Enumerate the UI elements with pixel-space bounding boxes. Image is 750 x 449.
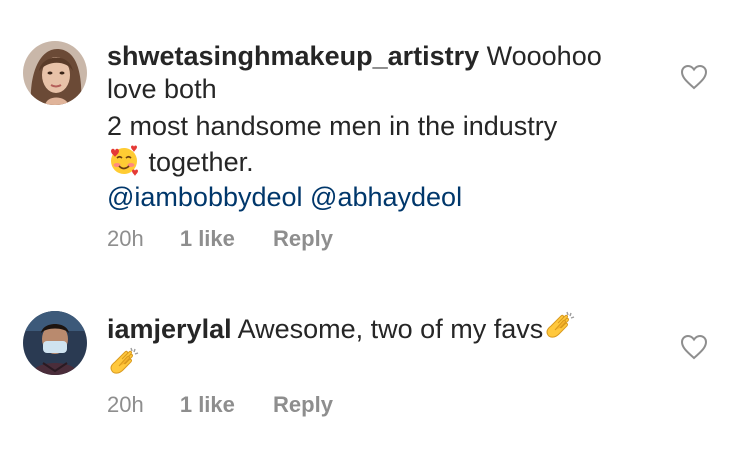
smiling-face-with-hearts-icon xyxy=(107,143,141,177)
clapping-hands-icon xyxy=(107,346,141,380)
comment-item: shwetasinghmakeup_artistry Wooohoo love … xyxy=(0,0,750,260)
heart-icon[interactable] xyxy=(680,64,708,90)
comment-text: Wooohoo xyxy=(479,41,602,71)
reply-button[interactable]: Reply xyxy=(273,226,333,252)
comment-timestamp: 20h xyxy=(107,226,144,251)
comment-timestamp: 20h xyxy=(107,392,144,417)
comment-username[interactable]: shwetasinghmakeup_artistry xyxy=(107,41,479,71)
heart-icon[interactable] xyxy=(680,334,708,360)
clapping-hands-icon xyxy=(543,310,577,344)
comment-text: together. xyxy=(141,147,254,177)
like-count[interactable]: 1 like xyxy=(180,392,235,418)
comment-text: 2 most handsome men in the industry xyxy=(107,111,558,141)
comment-username[interactable]: iamjerylal xyxy=(107,314,232,344)
mention-link[interactable]: @iambobbydeol xyxy=(107,182,303,212)
comment-text: Awesome, two of my favs xyxy=(231,314,544,344)
avatar[interactable] xyxy=(23,41,87,105)
mention-link[interactable]: @abhaydeol xyxy=(310,182,462,212)
comment-meta: 20h 1 like Reply xyxy=(107,392,333,418)
reply-button[interactable]: Reply xyxy=(273,392,333,418)
avatar[interactable] xyxy=(23,311,87,375)
comment-body: shwetasinghmakeup_artistry Wooohoo love … xyxy=(107,40,667,214)
like-count[interactable]: 1 like xyxy=(180,226,235,252)
comment-item: iamjerylal Awesome, two of my favs 20h 1… xyxy=(0,260,750,449)
comment-text: love both xyxy=(107,74,217,104)
comment-body: iamjerylal Awesome, two of my favs xyxy=(107,310,667,382)
comment-meta: 20h 1 like Reply xyxy=(107,226,333,252)
